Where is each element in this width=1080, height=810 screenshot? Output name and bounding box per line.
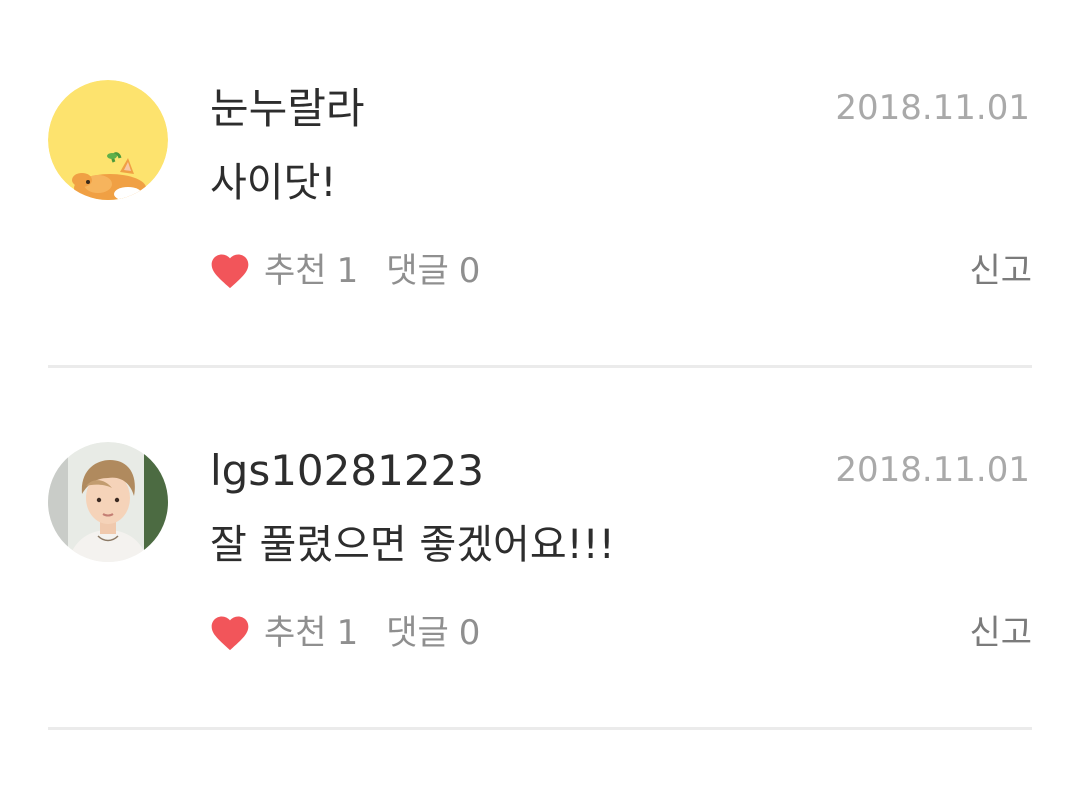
reply-button[interactable]: 댓글 0 xyxy=(386,248,480,294)
reply-count: 0 xyxy=(458,251,481,291)
heart-icon[interactable] xyxy=(208,611,252,655)
comment-item: 눈누랄라 2018.11.01 사이닷! 추천 1 댓글 0 신고 xyxy=(0,0,1080,368)
like-count: 1 xyxy=(336,613,359,653)
avatar[interactable] xyxy=(48,80,168,200)
avatar[interactable] xyxy=(48,442,168,562)
comment-date: 2018.11.01 xyxy=(835,88,1030,128)
like-label[interactable]: 추천 xyxy=(264,248,327,294)
comment-date: 2018.11.01 xyxy=(835,450,1030,490)
reply-button[interactable]: 댓글 0 xyxy=(386,610,480,656)
corgi-avatar-icon xyxy=(48,80,168,200)
reply-count: 0 xyxy=(458,613,481,653)
heart-icon[interactable] xyxy=(208,249,252,293)
comment-text: 사이닷! xyxy=(210,160,337,206)
report-button[interactable]: 신고 xyxy=(969,248,1032,294)
reply-label: 댓글 xyxy=(386,251,449,291)
nickname[interactable]: lgs10281223 xyxy=(210,446,484,496)
report-button[interactable]: 신고 xyxy=(969,610,1032,656)
divider xyxy=(48,727,1032,730)
comment-text: 잘 풀렸으면 좋겠어요!!! xyxy=(210,522,615,568)
person-photo-avatar-icon xyxy=(48,442,168,562)
like-count: 1 xyxy=(336,251,359,291)
comment-list: 눈누랄라 2018.11.01 사이닷! 추천 1 댓글 0 신고 lgs102… xyxy=(0,0,1080,810)
comment-actions: 추천 1 댓글 0 xyxy=(208,248,480,294)
nickname[interactable]: 눈누랄라 xyxy=(210,84,365,134)
reply-label: 댓글 xyxy=(386,613,449,653)
comment-item: lgs10281223 2018.11.01 잘 풀렸으면 좋겠어요!!! 추천… xyxy=(0,362,1080,730)
like-label[interactable]: 추천 xyxy=(264,610,327,656)
comment-actions: 추천 1 댓글 0 xyxy=(208,610,480,656)
